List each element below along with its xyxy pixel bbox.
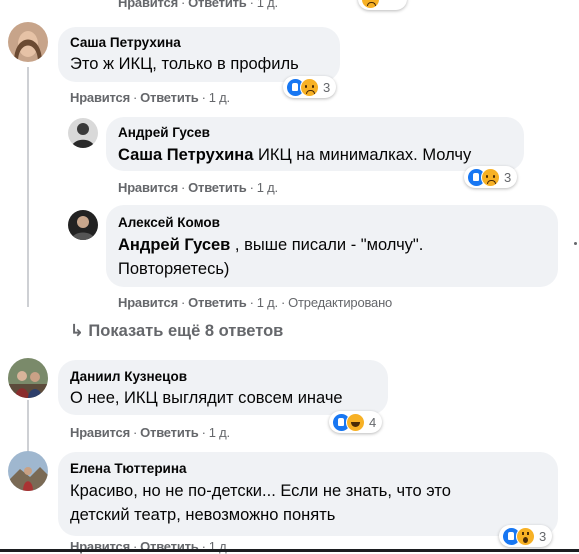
like-link[interactable]: Нравится [118, 295, 178, 310]
avatar[interactable] [8, 22, 48, 62]
comment-author[interactable]: Даниил Кузнецов [70, 369, 187, 384]
comment-time: 1 д. [208, 90, 230, 105]
wow-reaction-icon [516, 526, 535, 546]
reply-link[interactable]: Ответить [140, 425, 199, 440]
comment-time: 1 д. [208, 425, 230, 440]
edited-label: Отредактировано [288, 295, 393, 310]
reaction-summary[interactable]: 3 [283, 76, 337, 98]
like-link[interactable]: Нравится [70, 90, 130, 105]
show-more-replies-button[interactable]: ↳ Показать ещё 8 ответов [70, 321, 283, 341]
comment-time: 1 д. [256, 0, 278, 10]
comment-author[interactable]: Елена Тюттерина [70, 461, 187, 476]
laugh-reaction-icon [346, 412, 365, 432]
reply-link[interactable]: Ответить [188, 295, 247, 310]
sad-reaction-icon [300, 77, 319, 97]
comment-author[interactable]: Алексей Комов [118, 215, 220, 230]
reactions-partial[interactable] [358, 0, 407, 10]
comment-text: Красиво, но не по-детски... Если не знат… [70, 482, 451, 500]
avatar[interactable] [68, 118, 98, 148]
mention-link[interactable]: Саша Петрухина [118, 146, 253, 164]
comment-time: 1 д. [256, 295, 278, 310]
thread-line [27, 67, 29, 307]
comment-actions: Нравится · Ответить · 1 д. [70, 90, 230, 105]
reaction-summary[interactable]: 3 [499, 525, 553, 547]
reply-link[interactable]: Ответить [188, 0, 247, 10]
avatar[interactable] [68, 210, 98, 240]
comment-text: О нее, ИКЦ выглядит совсем иначе [70, 389, 343, 407]
comment-text-line-2: Повторяетесь) [118, 260, 230, 278]
mention-link[interactable]: Андрей Гусев [118, 236, 230, 254]
like-link[interactable]: Нравится [118, 180, 178, 195]
comment-actions: Нравится · Ответить · 1 д. [70, 425, 230, 440]
comment-actions-partial: Нравится · Ответить · 1 д. [118, 0, 278, 10]
comment-time: 1 д. [256, 180, 278, 195]
comment-text: Это ж ИКЦ, только в профиль [70, 55, 299, 73]
avatar[interactable] [8, 451, 48, 491]
comment-author[interactable]: Саша Петрухина [70, 35, 181, 50]
comment-text-line-2: детский театр, невозможно понять [70, 506, 336, 524]
comment-actions: Нравится · Ответить · 1 д. · Отредактировано [118, 295, 393, 310]
reply-link[interactable]: Ответить [188, 180, 247, 195]
comment-text: Саша Петрухина ИКЦ на минималках. Молчу [118, 146, 472, 164]
like-link[interactable]: Нравится [70, 425, 130, 440]
comment-text: Андрей Гусев , выше писали - "молчу". [118, 236, 424, 254]
reply-link[interactable]: Ответить [140, 90, 199, 105]
sad-reaction-icon [481, 167, 500, 187]
like-link[interactable]: Нравится [118, 0, 178, 10]
show-more-label: Показать ещё 8 ответов [88, 322, 284, 340]
reply-arrow-icon: ↳ [70, 322, 84, 340]
reaction-summary[interactable]: 4 [329, 411, 383, 433]
reaction-summary[interactable]: 3 [464, 166, 518, 188]
comment-actions: Нравится · Ответить · 1 д. [118, 180, 278, 195]
options-dot[interactable] [574, 242, 577, 245]
avatar[interactable] [8, 358, 48, 398]
comment-author[interactable]: Андрей Гусев [118, 125, 210, 140]
sad-reaction-icon [361, 0, 380, 9]
